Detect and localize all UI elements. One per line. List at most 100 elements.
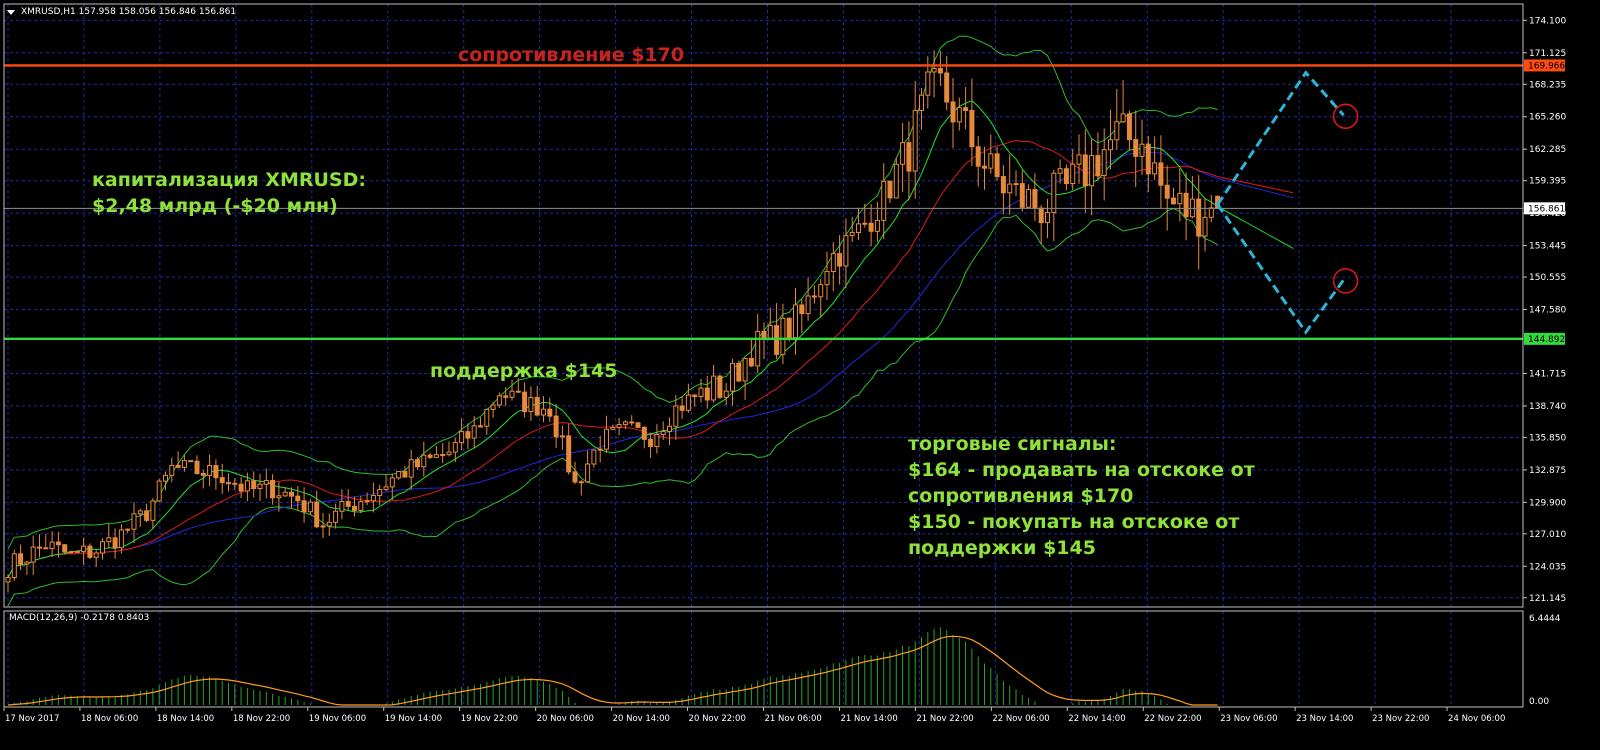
candle-body <box>528 396 534 413</box>
candle-body <box>1045 212 1050 224</box>
candle-body <box>541 408 546 416</box>
candle-body <box>509 390 515 398</box>
candle-body <box>881 180 887 221</box>
candle-body <box>181 460 187 468</box>
candle-body <box>396 470 402 479</box>
candle-body <box>944 72 950 103</box>
candle-body <box>692 394 698 398</box>
chart-root: 174.100 171.125 168.235 165.260 162.285 159.3… <box>0 0 1600 746</box>
candle-body <box>43 547 49 550</box>
candle-body <box>748 357 754 367</box>
header-bar: XMRUSD,H1 157.958 158.056 156.846 156.86… <box>7 5 236 19</box>
candle-body <box>30 546 36 563</box>
candle-body <box>1171 197 1176 205</box>
candle-body <box>1076 154 1082 165</box>
candle-body <box>490 404 496 410</box>
candle-body <box>333 510 339 523</box>
candle-body <box>200 472 206 476</box>
price-tick-label: 135.850 <box>1529 433 1566 443</box>
candle-body <box>1063 168 1069 185</box>
candle-body <box>1000 175 1006 194</box>
candle <box>188 460 194 463</box>
candle-body <box>1082 154 1088 187</box>
candle-body <box>478 425 483 428</box>
candle-body <box>459 431 465 444</box>
candle-body <box>1208 207 1214 218</box>
candle-body <box>24 561 30 565</box>
candle-body <box>711 375 717 401</box>
candle-body <box>1013 183 1019 186</box>
candle-body <box>931 68 937 73</box>
capitalization-line-2: $2,48 млрд (-$20 млн) <box>92 195 338 217</box>
candle-body <box>862 222 868 225</box>
candle-body <box>320 525 326 528</box>
candle-body <box>641 426 647 440</box>
candle-body <box>799 304 805 315</box>
candle-body <box>572 471 578 483</box>
candle-body <box>415 459 420 468</box>
time-tick-label: 23 Nov 22:00 <box>1372 714 1429 724</box>
candle-body <box>723 390 729 398</box>
candle-body <box>402 470 408 478</box>
candle-body <box>994 153 1000 177</box>
price-tick-label: 168.235 <box>1529 80 1566 90</box>
candle-body <box>1007 183 1013 194</box>
candle-body <box>408 459 414 478</box>
candle-body <box>1026 189 1032 208</box>
macd-label: MACD(12,26,9) -0.2178 0.8403 <box>9 613 150 623</box>
candle-body <box>767 325 773 339</box>
time-tick-label: 18 Nov 14:00 <box>157 714 214 724</box>
candle-body <box>534 396 540 416</box>
candle-body <box>673 405 679 427</box>
candle-body <box>893 163 899 199</box>
candle-body <box>685 394 691 411</box>
candle-body <box>446 451 452 456</box>
candle-body <box>975 146 981 167</box>
candle-body <box>919 94 924 111</box>
candle-body <box>68 551 74 554</box>
candle-body <box>604 428 609 450</box>
candle-body <box>49 541 55 550</box>
candle-body <box>1051 172 1057 214</box>
candle-body <box>1145 143 1151 175</box>
candle-body <box>81 545 87 552</box>
candle-body <box>377 489 383 496</box>
candle-body <box>465 431 471 439</box>
triangle-down-icon[interactable] <box>7 9 15 15</box>
candle-body <box>389 477 395 488</box>
candle-body <box>1202 216 1208 237</box>
candle-body <box>175 464 181 468</box>
candle-body <box>1133 139 1139 157</box>
candle-body <box>793 304 798 339</box>
candle-body <box>213 465 219 479</box>
candle-body <box>1196 198 1202 237</box>
candle-body <box>289 491 294 497</box>
candle-body <box>5 577 11 583</box>
candle-body <box>251 480 257 490</box>
time-tick-label: 21 Nov 22:00 <box>916 714 973 724</box>
candle-body <box>755 330 761 367</box>
candle-body <box>137 510 143 515</box>
candle-body <box>370 494 376 502</box>
candle-body <box>1114 121 1120 141</box>
candle-body <box>194 460 200 474</box>
candle-body <box>131 513 137 530</box>
candle-body <box>559 435 565 438</box>
candle-body <box>1019 183 1025 208</box>
candle-body <box>1032 189 1038 209</box>
capitalization-line-1: капитализация XMRUSD: <box>92 169 366 191</box>
time-tick-label: 19 Nov 06:00 <box>309 714 366 724</box>
candle-body <box>226 482 231 485</box>
candle-body <box>849 232 855 237</box>
candle-body <box>421 454 427 468</box>
price-tick-label: 159.395 <box>1529 177 1566 187</box>
candle-body <box>730 362 735 392</box>
candle-body <box>18 553 24 565</box>
candle-body <box>1139 143 1145 157</box>
time-tick-label: 21 Nov 14:00 <box>840 714 897 724</box>
time-tick-label: 20 Nov 22:00 <box>689 714 746 724</box>
candle-body <box>118 529 124 549</box>
candle-body <box>352 505 357 511</box>
candle-body <box>169 464 175 476</box>
candle <box>893 157 899 199</box>
